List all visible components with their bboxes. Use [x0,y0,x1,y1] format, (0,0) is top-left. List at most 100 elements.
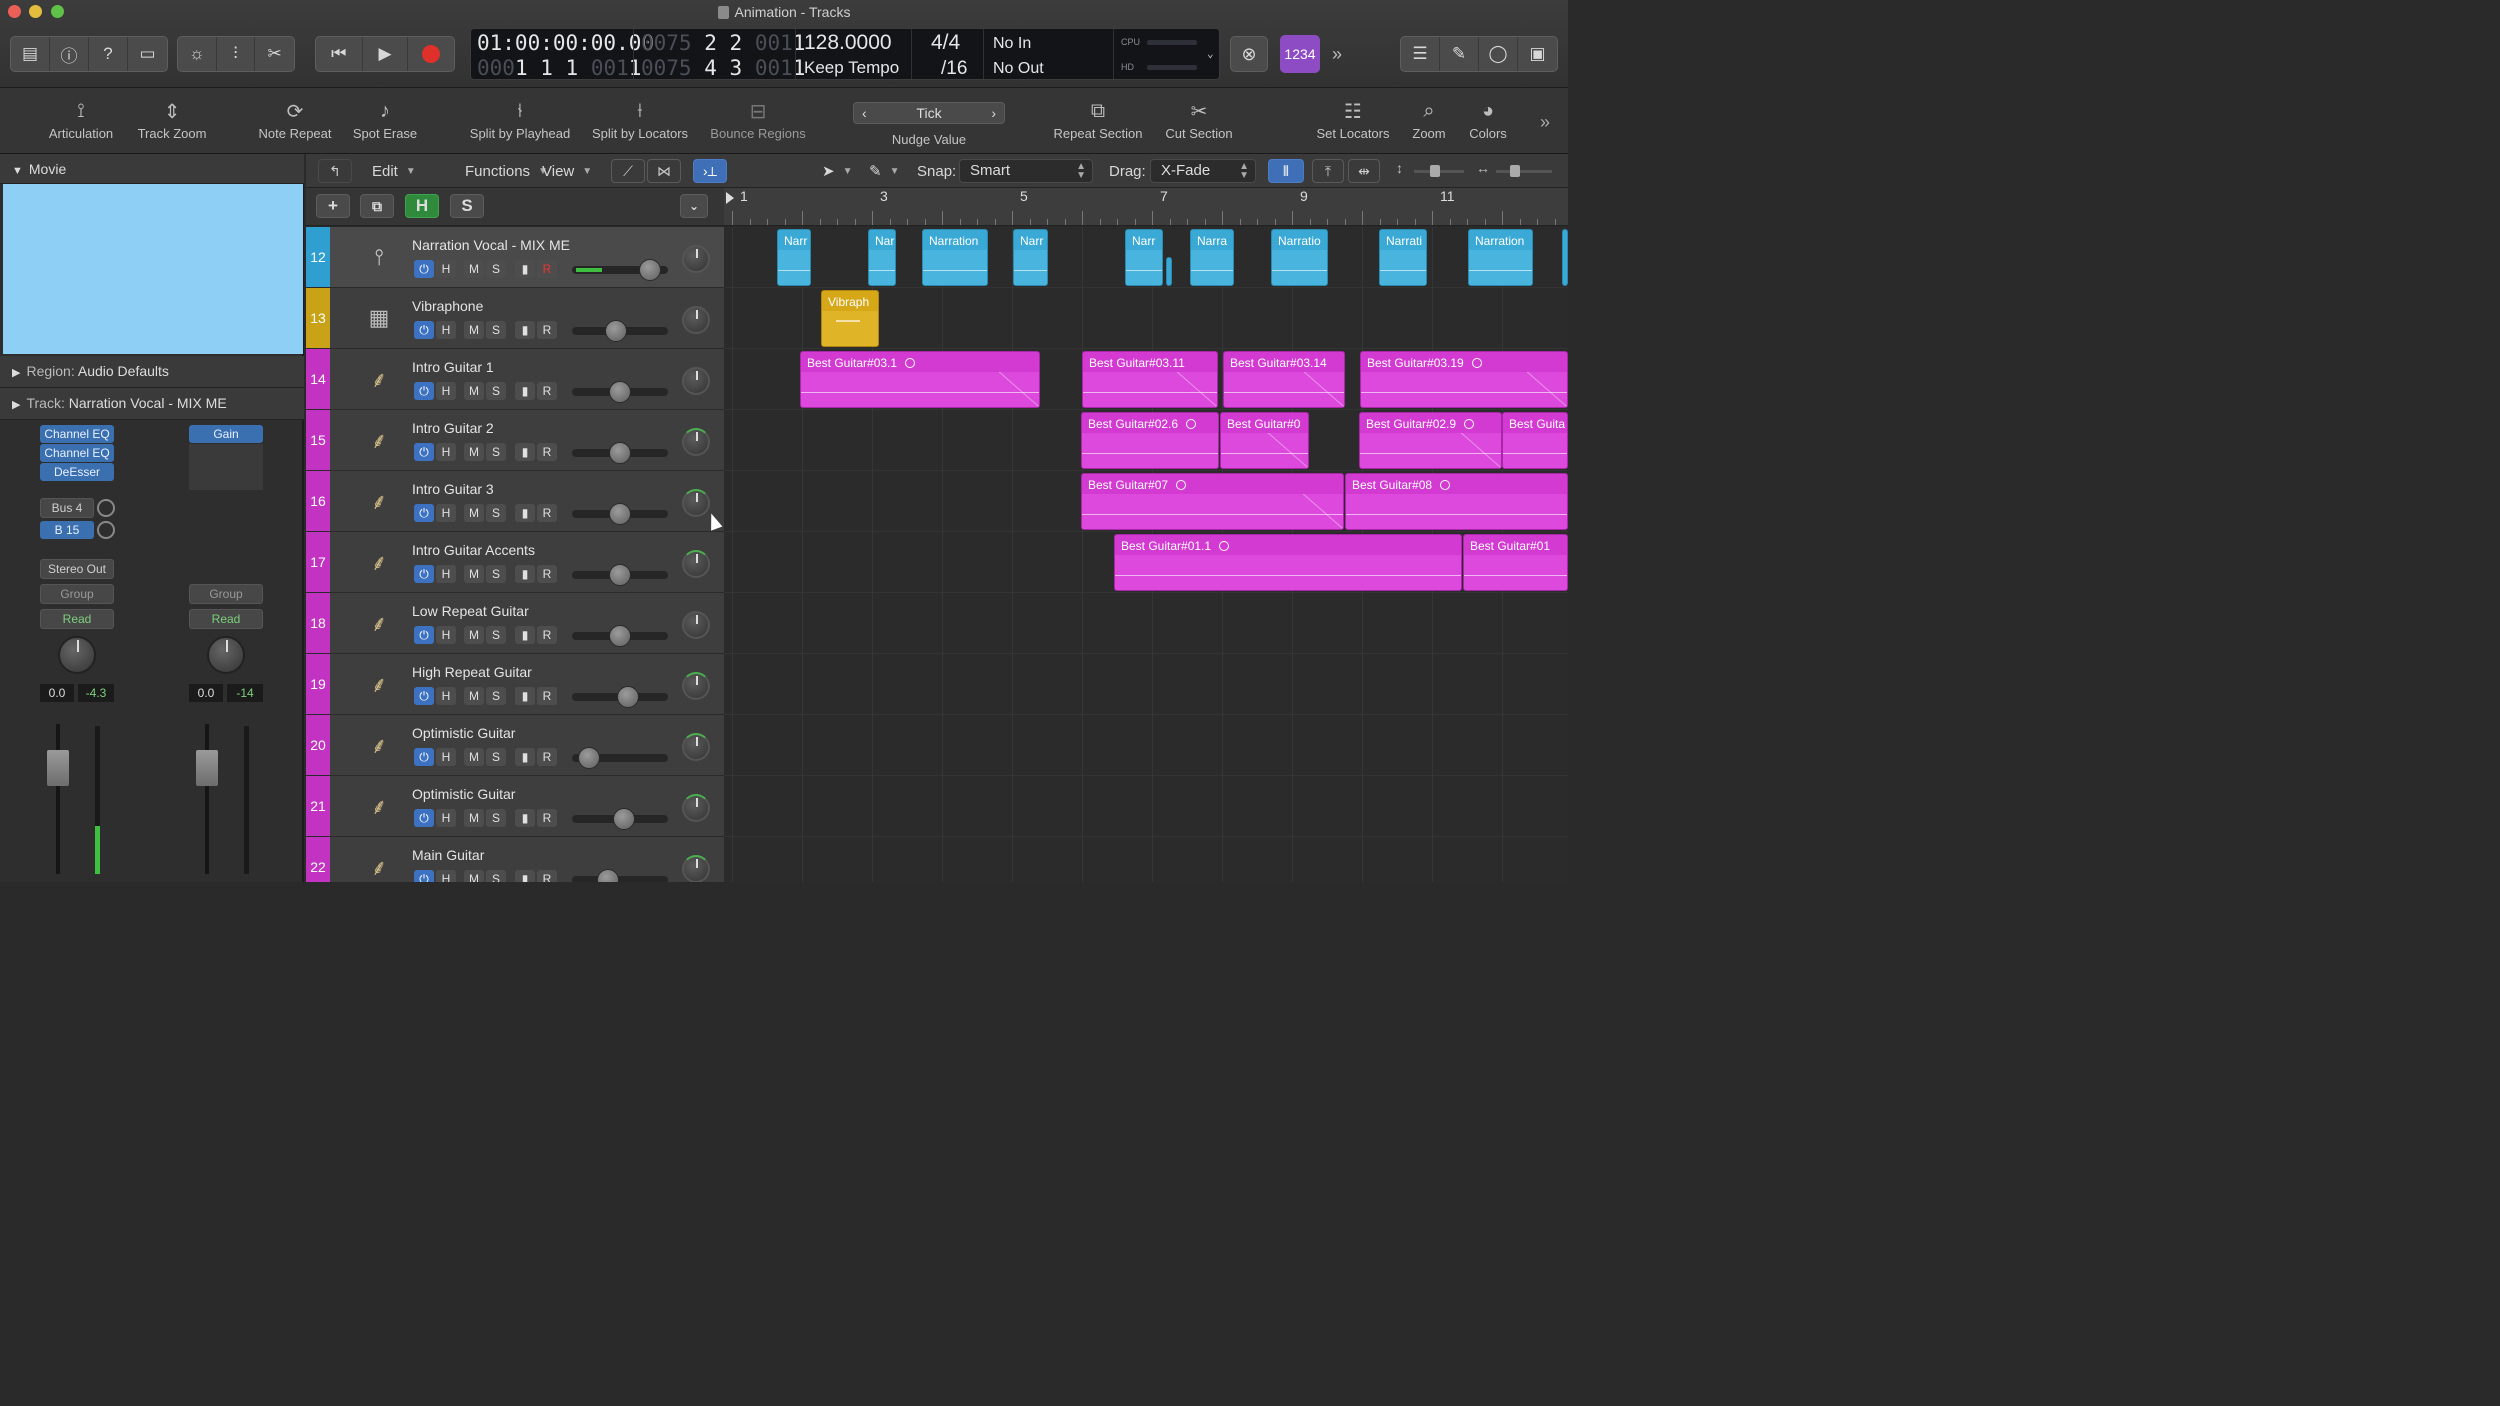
list-editors-button[interactable]: ☰ [1401,37,1440,71]
lock-button[interactable]: ▮ [515,321,535,339]
audio-region[interactable]: Best Guitar#0 [1220,412,1309,469]
volume-slider[interactable] [613,808,635,830]
solo-button[interactable]: S [486,382,506,400]
volume-fader[interactable] [196,750,218,786]
split-by-locators-tool[interactable]: ⟊ Split by Locators [592,96,688,142]
tempo-value[interactable]: 128.0000 [804,31,892,55]
mixer-button[interactable]: ⫶ [217,37,256,71]
movie-header[interactable]: ▼ Movie [0,154,304,184]
volume-slider[interactable] [609,503,631,525]
set-locators-tool[interactable]: ☷ Set Locators [1317,96,1390,142]
volume-fader[interactable] [47,750,69,786]
record-enable-button[interactable]: R [537,870,557,882]
solo-button[interactable]: S [486,443,506,461]
track-header[interactable]: 13 ▦ Vibraphone ⏻ H M S ▮ R [306,288,724,349]
track-name[interactable]: Intro Guitar 3 [412,481,494,497]
track-header[interactable]: 18 ⸙ Low Repeat Guitar ⏻ H M S ▮ R [306,593,724,654]
global-tracks-button[interactable]: ⌄ [680,194,708,218]
pan-knob[interactable] [682,672,710,700]
time-signature[interactable]: 4/4 [931,31,960,55]
volume-slider[interactable] [609,442,631,464]
solo-button[interactable]: S [486,565,506,583]
record-enable-button[interactable]: R [537,626,557,644]
volume-slider[interactable] [609,625,631,647]
track-name[interactable]: Optimistic Guitar [412,786,515,802]
mute-button[interactable]: M [464,443,484,461]
audio-region[interactable]: Best Guitar#02.6 [1081,412,1219,469]
solo-button[interactable]: S [486,748,506,766]
hide-button[interactable]: H [436,748,456,766]
mute-button[interactable]: M [464,504,484,522]
bar-ruler[interactable]: 1 3 5 7 9 11 [724,188,1568,226]
track-header[interactable]: 14 ⸙ Intro Guitar 1 ⏻ H M S ▮ R [306,349,724,410]
track-on-button[interactable]: ⏻ [414,321,434,339]
solo-button[interactable]: S [486,260,506,278]
audio-region[interactable]: Narration [1468,229,1533,286]
track-header[interactable]: 20 ⸙ Optimistic Guitar ⏻ H M S ▮ R [306,715,724,776]
record-enable-button[interactable]: R [537,687,557,705]
volume-slider[interactable] [639,259,661,281]
edit-menu[interactable]: Edit ▼ [372,160,416,182]
automation-button[interactable]: ⟋ [611,159,645,183]
midi-region[interactable]: Vibraph [821,290,879,347]
audio-region[interactable]: Best Guitar#01.1 [1114,534,1462,591]
track-name[interactable]: Intro Guitar 2 [412,420,494,436]
toolbar-toggle-button[interactable]: ▭ [128,37,167,71]
mute-button[interactable]: M [464,870,484,882]
hide-button[interactable]: H [436,382,456,400]
audio-region[interactable]: Narrati [1379,229,1427,286]
hide-button[interactable]: H [436,443,456,461]
pan-knob[interactable] [682,611,710,639]
hide-button[interactable]: H [436,504,456,522]
track-on-button[interactable]: ⏻ [414,748,434,766]
quick-help-button[interactable]: ? [89,37,128,71]
audio-region[interactable]: Best Guitar#01 [1463,534,1568,591]
lock-button[interactable]: ▮ [515,382,535,400]
lock-button[interactable]: ▮ [515,443,535,461]
audio-region[interactable] [1562,229,1568,286]
duplicate-track-button[interactable]: ⧉ [360,194,394,218]
solo-mode-button[interactable]: S [450,194,484,218]
playhead-marker[interactable] [726,192,734,204]
pan-knob[interactable] [58,636,96,674]
audio-region[interactable]: Best Guitar#03.14 [1223,351,1345,408]
volume-readout[interactable]: 0.0 [189,684,223,702]
automation-mode[interactable]: Read [40,609,114,629]
hide-button[interactable]: H [436,260,456,278]
plugin-slot[interactable]: Channel EQ [40,444,114,462]
track-header[interactable]: 17 ⸙ Intro Guitar Accents ⏻ H M S ▮ R [306,532,724,593]
drag-selector[interactable]: X-Fade ▲ ▼ [1150,159,1256,183]
view-menu[interactable]: View ▼ [542,160,592,182]
track-header[interactable]: 22 ⸙ Main Guitar ⏻ H M S ▮ R [306,837,724,882]
mute-button[interactable]: M [464,748,484,766]
mute-button[interactable]: M [464,626,484,644]
output-selector[interactable]: Stereo Out [40,559,114,579]
track-header[interactable]: 15 ⸙ Intro Guitar 2 ⏻ H M S ▮ R [306,410,724,471]
volume-slider[interactable] [605,320,627,342]
track-name[interactable]: Intro Guitar Accents [412,542,535,558]
more-chevrons-icon[interactable]: » [1332,44,1342,65]
mute-button[interactable]: M [464,687,484,705]
group-selector[interactable]: Group [189,584,263,604]
audio-region[interactable]: Best Guitar#07 [1081,473,1344,530]
flex-button[interactable]: ⋈ [647,159,681,183]
bounce-regions-tool[interactable]: ⊟ Bounce Regions [710,96,805,142]
volume-slider[interactable] [578,747,600,769]
plugin-slot[interactable]: Channel EQ [40,425,114,443]
lock-button[interactable]: ▮ [515,809,535,827]
lock-button[interactable]: ▮ [515,504,535,522]
lock-button[interactable]: ▮ [515,626,535,644]
volume-slider[interactable] [609,381,631,403]
track-on-button[interactable]: ⏻ [414,260,434,278]
library-button[interactable]: ▤ [11,37,50,71]
volume-readout[interactable]: 0.0 [40,684,74,702]
split-by-playhead-tool[interactable]: ⫮ Split by Playhead [470,96,570,142]
lock-button[interactable]: ▮ [515,260,535,278]
send-level-knob[interactable] [97,521,115,539]
solo-button[interactable]: S [486,504,506,522]
lock-button[interactable]: ▮ [515,870,535,882]
cut-section-tool[interactable]: ✂ Cut Section [1165,96,1232,142]
editors-button[interactable]: ✂ [255,37,294,71]
record-enable-button[interactable]: R [537,382,557,400]
hide-button[interactable]: H [436,321,456,339]
